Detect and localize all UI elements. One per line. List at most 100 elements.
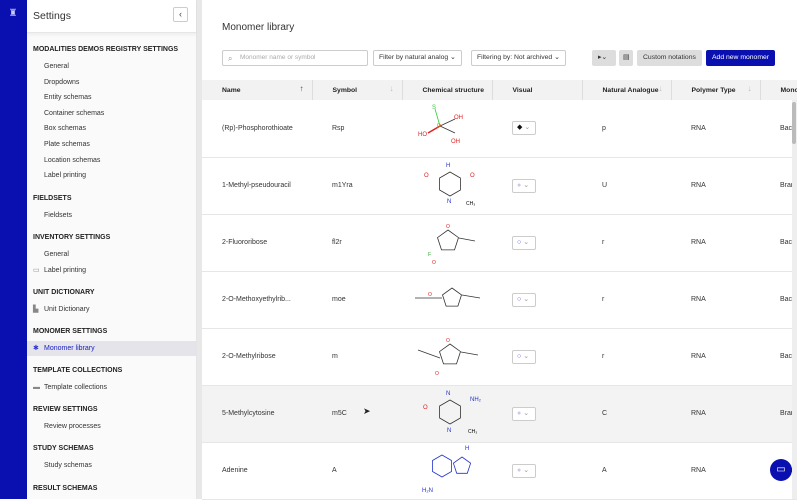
visual-cell: ● ⌄ <box>492 385 582 442</box>
table-row[interactable]: 2-Fluororibosefl2rOFO○ ⌄rRNABackb <box>202 214 797 271</box>
svg-text:S: S <box>432 105 436 111</box>
custom-notations-button[interactable]: Custom notations <box>637 50 702 66</box>
visual-select[interactable]: ● ⌄ <box>512 407 536 421</box>
chat-button[interactable]: ▭ <box>770 459 792 481</box>
column-header[interactable]: Symbol↓ <box>312 80 402 100</box>
sidebar-section-title: TEMPLATE COLLECTIONS <box>33 367 122 374</box>
add-new-monomer-button[interactable]: Add new monomer <box>706 50 775 66</box>
visual-cell: ◆ ⌄ <box>492 100 582 157</box>
chevron-down-icon: ⌄ <box>524 124 530 131</box>
polymer-type: RNA <box>671 100 760 157</box>
chevron-down-icon: ⌄ <box>523 410 529 417</box>
chevron-down-icon: ⌄ <box>523 239 529 246</box>
sidebar-item-location-schemas[interactable]: Location schemas <box>27 153 196 168</box>
sidebar-item-icon: ▬ <box>33 380 40 395</box>
archived-filter[interactable]: Filtering by: Not archived ⌄ <box>471 50 566 66</box>
column-header-label: Natural Analogue <box>603 87 659 94</box>
visual-symbol-icon: ● <box>517 467 521 474</box>
column-header[interactable]: Visual <box>492 80 582 100</box>
polymer-type: RNA <box>671 157 760 214</box>
visual-select[interactable]: ● ⌄ <box>512 464 536 478</box>
monomer-name: 2-O-Methylribose <box>202 328 312 385</box>
sort-arrow-icon[interactable]: ↓ <box>748 84 752 93</box>
sidebar-item-label: Location schemas <box>44 157 100 164</box>
search-input[interactable]: ⌕Monomer name or symbol <box>222 50 368 66</box>
main-content: Monomer library ⌕Monomer name or symbol … <box>202 0 797 499</box>
monomer-name: Adenine <box>202 442 312 499</box>
sidebar-item-unit-dictionary[interactable]: ▙Unit Dictionary <box>27 302 196 317</box>
sidebar-item-dropdowns[interactable]: Dropdowns <box>27 75 196 90</box>
sidebar-item-study-schemas[interactable]: Study schemas <box>27 458 196 473</box>
sidebar-item-general[interactable]: General <box>27 59 196 74</box>
table-row[interactable]: 1-Methyl-pseudouracilm1YraHOONCH₃● ⌄URNA… <box>202 157 797 214</box>
sort-arrow-icon[interactable]: ↓ <box>659 84 663 93</box>
column-header[interactable]: Monor <box>760 80 797 100</box>
column-header-label: Visual <box>513 87 533 94</box>
sidebar-item-monomer-library[interactable]: ✱Monomer library <box>27 341 196 356</box>
visual-select[interactable]: ● ⌄ <box>512 179 536 193</box>
sidebar-section-title: MONOMER SETTINGS <box>33 328 107 335</box>
sidebar-item-container-schemas[interactable]: Container schemas <box>27 106 196 121</box>
column-header[interactable]: Name↑ <box>202 80 312 100</box>
sidebar-item-label: Label printing <box>44 267 86 274</box>
sidebar-section-title: INVENTORY SETTINGS <box>33 234 110 241</box>
table-row[interactable]: AdenineAH₂NH● ⌄ARNABranc <box>202 442 797 499</box>
app-logo-icon[interactable]: ♜ <box>8 8 18 20</box>
sidebar-section-title: MODALITIES DEMOS REGISTRY SETTINGS <box>33 46 178 53</box>
visual-select[interactable]: ○ ⌄ <box>512 293 536 307</box>
sidebar-item-label: General <box>44 251 69 258</box>
chevron-down-icon: ⌄ <box>523 467 529 474</box>
svg-text:N: N <box>447 428 451 434</box>
sidebar-item-label-printing[interactable]: ▭Label printing <box>27 263 196 278</box>
sidebar-section-title: UNIT DICTIONARY <box>33 289 95 296</box>
search-placeholder: Monomer name or symbol <box>240 54 316 61</box>
chemical-structure-image: H₂NH <box>402 442 492 499</box>
visual-symbol-icon: ● <box>517 410 521 417</box>
chemical-structure-image: NONH₂NCH₃ <box>402 385 492 442</box>
visual-select[interactable]: ◆ ⌄ <box>512 121 536 135</box>
page-title: Monomer library <box>222 22 294 33</box>
table-scrollbar[interactable] <box>792 100 797 499</box>
sidebar-item-label: Template collections <box>44 384 107 391</box>
polymer-type: RNA <box>671 214 760 271</box>
svg-text:O: O <box>424 173 429 179</box>
sort-arrow-icon[interactable]: ↓ <box>390 84 394 93</box>
sidebar-item-plate-schemas[interactable]: Plate schemas <box>27 137 196 152</box>
collapse-sidebar-button[interactable]: ‹ <box>173 7 188 22</box>
table-row[interactable]: 2-O-MethylribosemOO○ ⌄rRNABackb <box>202 328 797 385</box>
visual-symbol-icon: ○ <box>517 296 521 303</box>
sort-arrow-icon[interactable]: ↑ <box>300 84 304 93</box>
natural-analog-filter[interactable]: Filter by natural analog ⌄ <box>373 50 462 66</box>
sidebar-item-label: Study schemas <box>44 462 92 469</box>
sidebar-item-label: Fieldsets <box>44 212 72 219</box>
sidebar-item-entity-schemas[interactable]: Entity schemas <box>27 90 196 105</box>
column-header[interactable]: Polymer Type↓ <box>671 80 760 100</box>
column-header-label: Chemical structure <box>423 87 485 94</box>
document-icon[interactable]: ▤ <box>619 50 633 66</box>
sidebar-item-template-collections[interactable]: ▬ Template collections <box>27 380 196 395</box>
chevron-down-icon: ⌄ <box>523 296 529 303</box>
sidebar-item-general[interactable]: General <box>27 247 196 262</box>
svg-text:O: O <box>428 292 432 298</box>
sidebar-item-label-printing[interactable]: Label printing <box>27 168 196 183</box>
visual-cell: ● ⌄ <box>492 442 582 499</box>
column-header[interactable]: Chemical structure <box>402 80 492 100</box>
monomer-name: 1-Methyl-pseudouracil <box>202 157 312 214</box>
svg-text:H: H <box>446 163 450 169</box>
column-header[interactable]: Natural Analogue↓ <box>582 80 671 100</box>
natural-analogue: C <box>582 385 671 442</box>
table-row[interactable]: (Rp)-PhosphorothioateRspSPOHHOOH◆ ⌄pRNAB… <box>202 100 797 157</box>
visual-select[interactable]: ○ ⌄ <box>512 350 536 364</box>
sidebar-item-review-processes[interactable]: Review processes <box>27 419 196 434</box>
sidebar-item-label: Entity schemas <box>44 94 91 101</box>
svg-text:CH₃: CH₃ <box>466 201 475 207</box>
monomer-symbol: moe <box>312 271 402 328</box>
sidebar-item-label: Label printing <box>44 172 86 179</box>
visual-select[interactable]: ○ ⌄ <box>512 236 536 250</box>
table-row[interactable]: 2-O-Methoxyethylrib...moeO○ ⌄rRNABackb <box>202 271 797 328</box>
sidebar-item-box-schemas[interactable]: Box schemas <box>27 121 196 136</box>
export-menu-button[interactable]: ▸⌄ <box>592 50 616 66</box>
table-row[interactable]: 5-Methylcytosinem5CNONH₂NCH₃● ⌄CRNABranc <box>202 385 797 442</box>
sidebar-item-fieldsets[interactable]: Fieldsets <box>27 208 196 223</box>
sidebar-item-label: Dropdowns <box>44 79 79 86</box>
